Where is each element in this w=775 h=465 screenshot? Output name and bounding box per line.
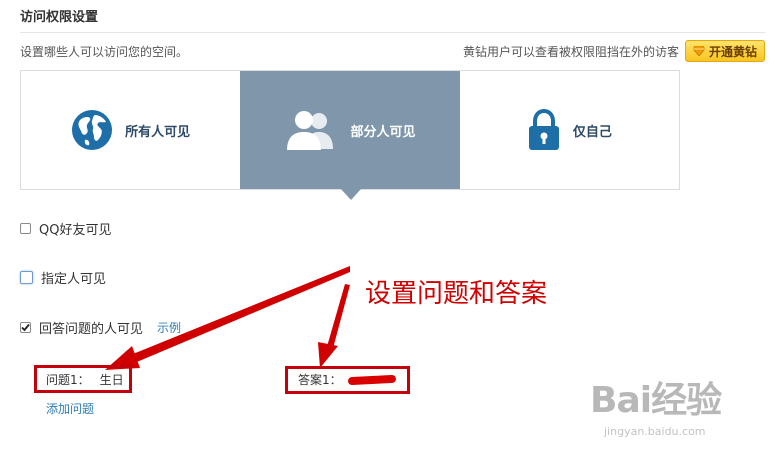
question-label: 问题1： [46,373,90,387]
baidu-jingyan-watermark: Bai经验 jingyan.baidu.com [590,380,722,439]
arrow-to-answer [326,284,350,352]
answer-redaction-scribble[interactable] [347,374,396,385]
arrow-to-answer-head [318,342,338,368]
question-input[interactable]: 生日 [100,371,124,388]
question-field: 问题1： 生日 [46,371,124,388]
watermark-brand: Bai经验 [590,380,722,421]
watermark-url: jingyan.baidu.com [604,425,706,438]
arrow-to-question [128,266,350,364]
answer-field: 答案1： [298,371,396,388]
answer-label: 答案1： [298,373,342,387]
add-question-link[interactable]: 添加问题 [46,400,94,417]
